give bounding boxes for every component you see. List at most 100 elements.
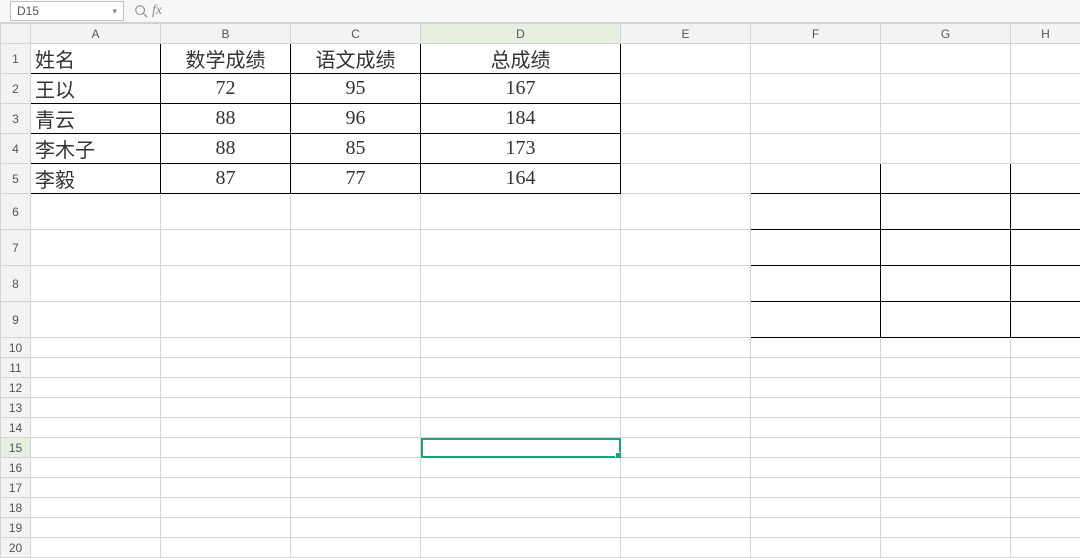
cell-D1[interactable]: 总成绩 [421, 44, 621, 74]
row-header-9[interactable]: 9 [1, 302, 31, 338]
row-header-4[interactable]: 4 [1, 134, 31, 164]
cell-G6[interactable] [881, 194, 1011, 230]
cell-D14[interactable] [421, 418, 621, 438]
row-header-15[interactable]: 15 [1, 438, 31, 458]
cell-D17[interactable] [421, 478, 621, 498]
cell-D3[interactable]: 184 [421, 104, 621, 134]
cell-D12[interactable] [421, 378, 621, 398]
cell-C15[interactable] [291, 438, 421, 458]
cell-C10[interactable] [291, 338, 421, 358]
col-header-E[interactable]: E [621, 24, 751, 44]
cell-G5[interactable] [881, 164, 1011, 194]
cell-G11[interactable] [881, 358, 1011, 378]
cell-G15[interactable] [881, 438, 1011, 458]
cell-D20[interactable] [421, 538, 621, 558]
cell-G13[interactable] [881, 398, 1011, 418]
cell-F17[interactable] [751, 478, 881, 498]
cell-C2[interactable]: 95 [291, 74, 421, 104]
cell-D9[interactable] [421, 302, 621, 338]
cell-B3[interactable]: 88 [161, 104, 291, 134]
cell-G18[interactable] [881, 498, 1011, 518]
cell-B20[interactable] [161, 538, 291, 558]
cell-G19[interactable] [881, 518, 1011, 538]
cell-G17[interactable] [881, 478, 1011, 498]
cell-A16[interactable] [31, 458, 161, 478]
cell-E7[interactable] [621, 230, 751, 266]
cell-E12[interactable] [621, 378, 751, 398]
row-header-11[interactable]: 11 [1, 358, 31, 378]
cell-D15[interactable] [421, 438, 621, 458]
cell-E15[interactable] [621, 438, 751, 458]
cell-D4[interactable]: 173 [421, 134, 621, 164]
fx-icon[interactable]: fx [152, 3, 162, 19]
cell-H9[interactable] [1011, 302, 1080, 338]
cell-G7[interactable] [881, 230, 1011, 266]
cell-B7[interactable] [161, 230, 291, 266]
cell-C11[interactable] [291, 358, 421, 378]
cell-C18[interactable] [291, 498, 421, 518]
cell-B2[interactable]: 72 [161, 74, 291, 104]
cell-A11[interactable] [31, 358, 161, 378]
cell-G3[interactable] [881, 104, 1011, 134]
cell-E4[interactable] [621, 134, 751, 164]
cell-F3[interactable] [751, 104, 881, 134]
cell-H11[interactable] [1011, 358, 1080, 378]
cell-C19[interactable] [291, 518, 421, 538]
cell-A20[interactable] [31, 538, 161, 558]
cell-E11[interactable] [621, 358, 751, 378]
cell-B10[interactable] [161, 338, 291, 358]
cell-G10[interactable] [881, 338, 1011, 358]
cell-C20[interactable] [291, 538, 421, 558]
cell-F8[interactable] [751, 266, 881, 302]
cell-F14[interactable] [751, 418, 881, 438]
cell-G20[interactable] [881, 538, 1011, 558]
spreadsheet-grid[interactable]: A B C D E F G H 1 姓名 数学成绩 语文成绩 总成绩 2 王以 … [0, 23, 1080, 558]
cell-C6[interactable] [291, 194, 421, 230]
cell-E8[interactable] [621, 266, 751, 302]
cell-A15[interactable] [31, 438, 161, 458]
cell-F4[interactable] [751, 134, 881, 164]
cell-B19[interactable] [161, 518, 291, 538]
cell-E14[interactable] [621, 418, 751, 438]
cell-D18[interactable] [421, 498, 621, 518]
cell-B9[interactable] [161, 302, 291, 338]
cell-A13[interactable] [31, 398, 161, 418]
cell-F16[interactable] [751, 458, 881, 478]
cell-F19[interactable] [751, 518, 881, 538]
cell-A6[interactable] [31, 194, 161, 230]
row-header-7[interactable]: 7 [1, 230, 31, 266]
row-header-14[interactable]: 14 [1, 418, 31, 438]
cell-B4[interactable]: 88 [161, 134, 291, 164]
cell-C7[interactable] [291, 230, 421, 266]
cell-D11[interactable] [421, 358, 621, 378]
row-header-8[interactable]: 8 [1, 266, 31, 302]
cell-A9[interactable] [31, 302, 161, 338]
cell-A18[interactable] [31, 498, 161, 518]
cell-D7[interactable] [421, 230, 621, 266]
cell-A1[interactable]: 姓名 [31, 44, 161, 74]
cell-A4[interactable]: 李木子 [31, 134, 161, 164]
cell-G14[interactable] [881, 418, 1011, 438]
cell-E20[interactable] [621, 538, 751, 558]
col-header-D[interactable]: D [421, 24, 621, 44]
cell-F5[interactable] [751, 164, 881, 194]
cell-A19[interactable] [31, 518, 161, 538]
row-header-10[interactable]: 10 [1, 338, 31, 358]
cell-H5[interactable] [1011, 164, 1080, 194]
cell-F20[interactable] [751, 538, 881, 558]
cell-C1[interactable]: 语文成绩 [291, 44, 421, 74]
row-header-18[interactable]: 18 [1, 498, 31, 518]
cell-B1[interactable]: 数学成绩 [161, 44, 291, 74]
cell-F11[interactable] [751, 358, 881, 378]
cell-E3[interactable] [621, 104, 751, 134]
cell-F2[interactable] [751, 74, 881, 104]
col-header-G[interactable]: G [881, 24, 1011, 44]
cell-G8[interactable] [881, 266, 1011, 302]
cell-B5[interactable]: 87 [161, 164, 291, 194]
cell-D8[interactable] [421, 266, 621, 302]
cell-B12[interactable] [161, 378, 291, 398]
cell-E17[interactable] [621, 478, 751, 498]
row-header-19[interactable]: 19 [1, 518, 31, 538]
cell-E10[interactable] [621, 338, 751, 358]
cell-B18[interactable] [161, 498, 291, 518]
